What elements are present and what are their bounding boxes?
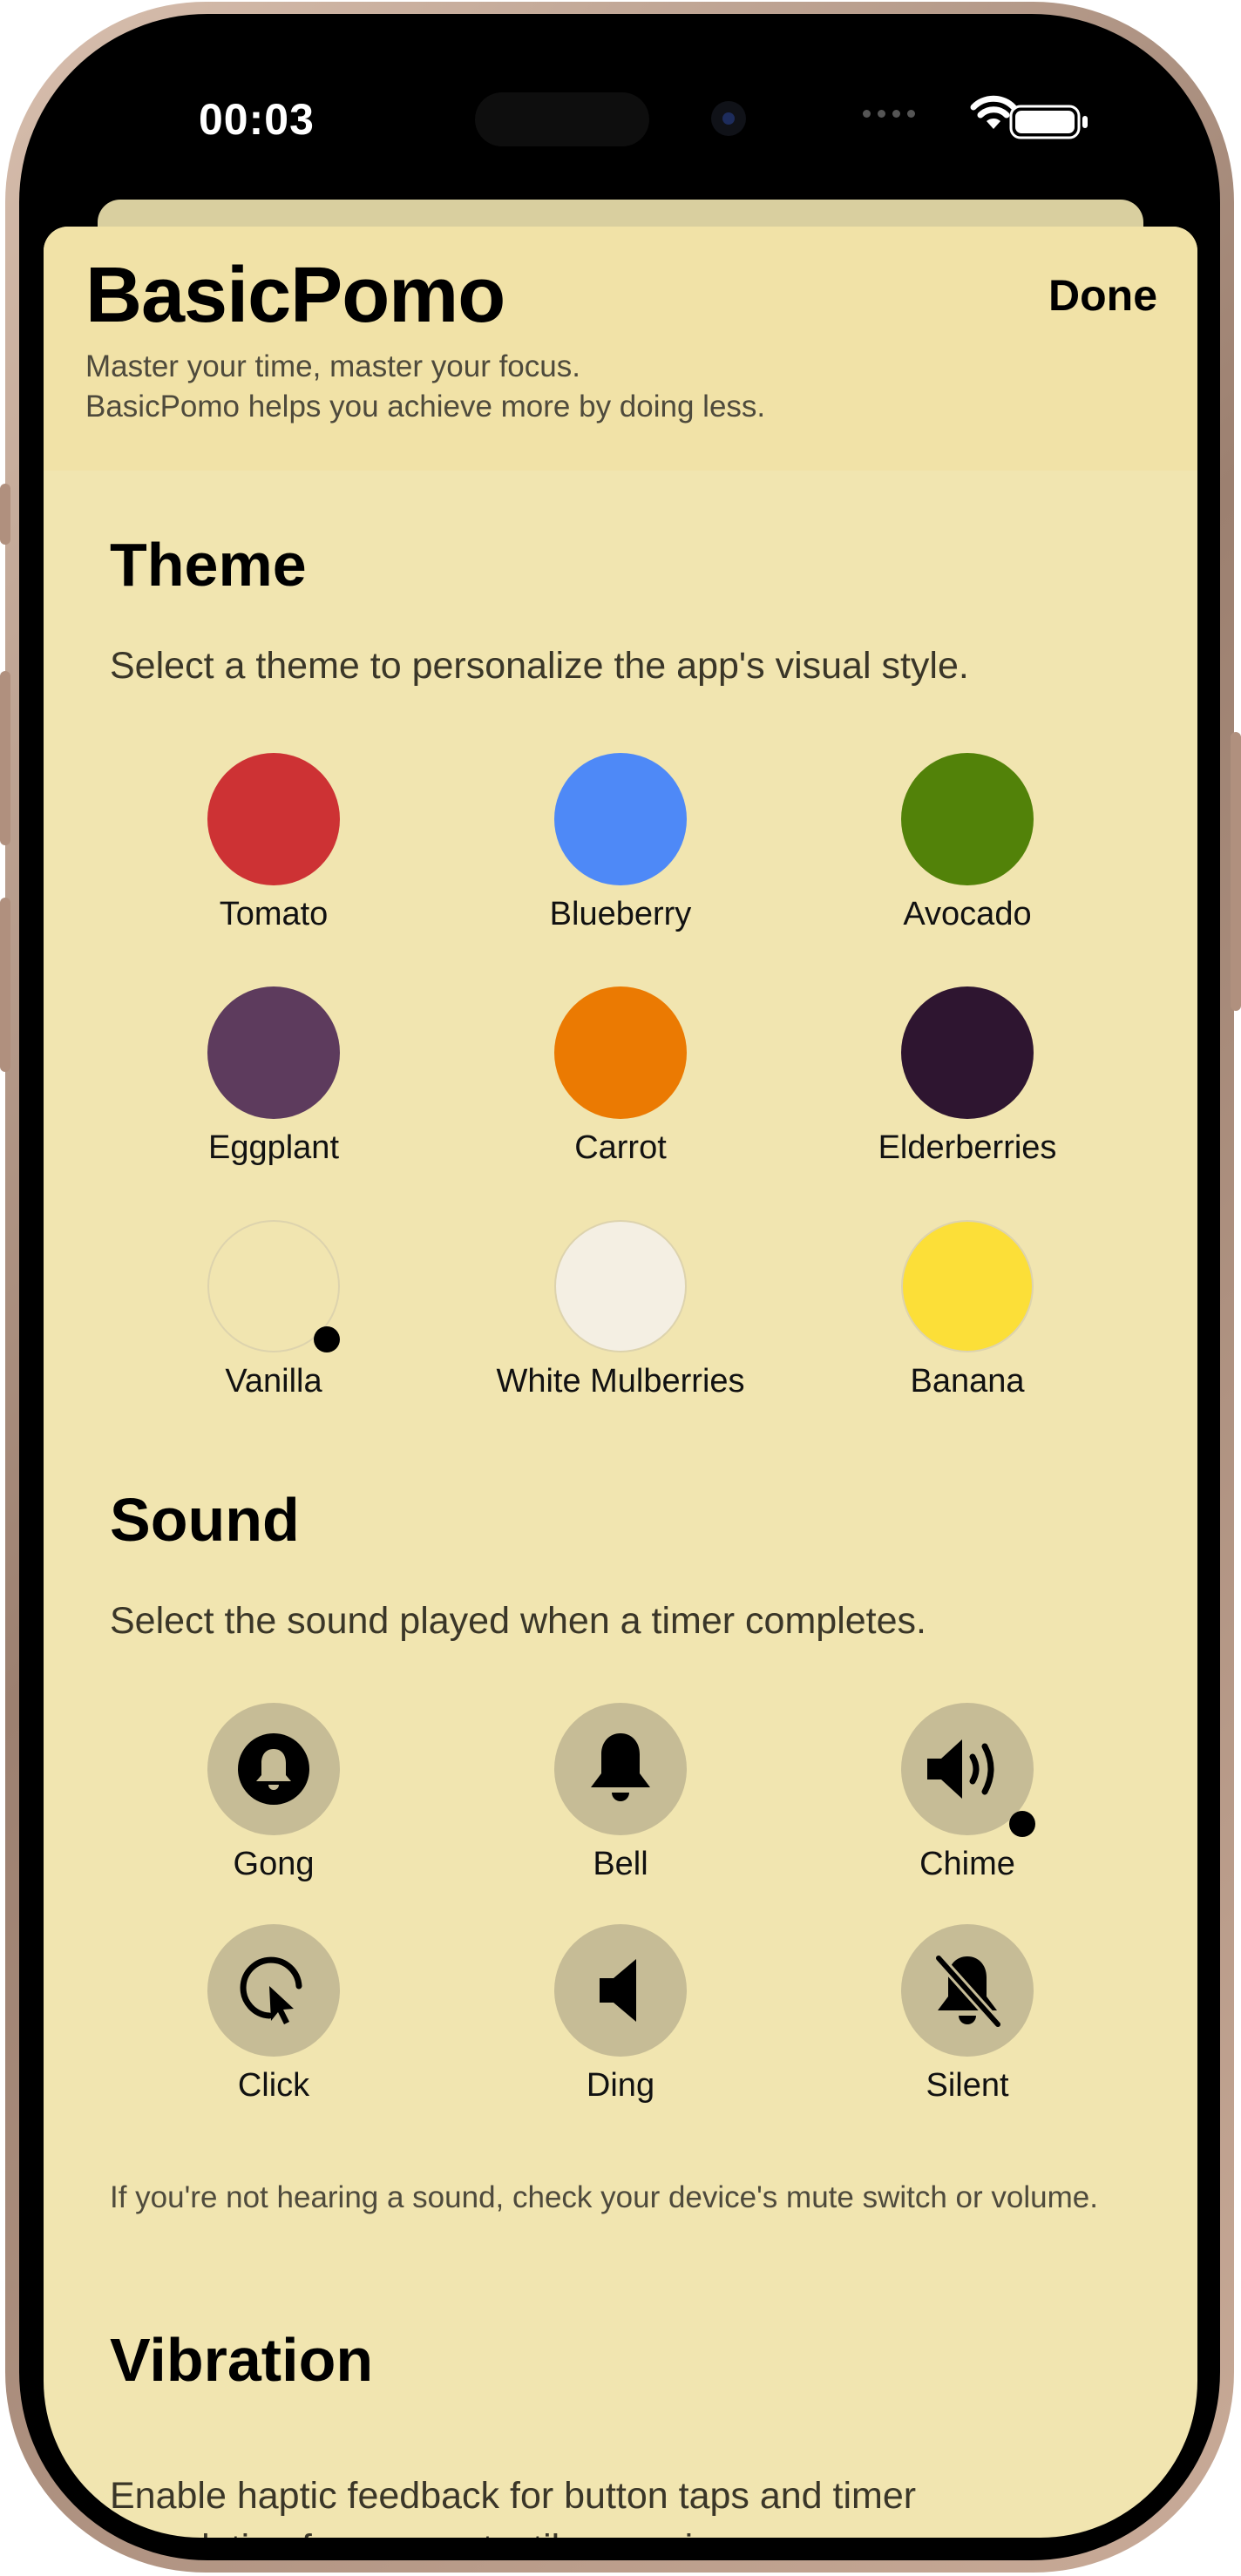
vibration-title: Vibration	[110, 2326, 374, 2394]
theme-swatch[interactable]	[207, 753, 340, 885]
screen: 00:03 BasicPomo Done Master your time, m…	[44, 38, 1197, 2538]
theme-option-vanilla[interactable]: Vanilla	[91, 1220, 457, 1400]
action-button	[0, 484, 10, 545]
bell-slash-icon	[933, 1953, 1003, 2030]
sound-label: Silent	[926, 2067, 1009, 2104]
gong-icon	[238, 1733, 309, 1805]
theme-option-banana[interactable]: Banana	[784, 1220, 1150, 1400]
status-bar: 00:03	[44, 38, 1197, 213]
tagline: Master your time, master your focus. Bas…	[85, 347, 765, 427]
sound-label: Bell	[593, 1846, 648, 1882]
selected-indicator	[1009, 1811, 1035, 1837]
volume-up-button	[0, 671, 10, 845]
selected-indicator	[314, 1326, 340, 1352]
theme-swatch[interactable]	[901, 753, 1034, 885]
theme-swatch[interactable]	[207, 986, 340, 1119]
sound-label: Chime	[919, 1846, 1015, 1882]
theme-option-avocado[interactable]: Avocado	[784, 753, 1150, 933]
sound-description: Select the sound played when a timer com…	[110, 1600, 926, 1642]
cellular-signal-icon	[863, 110, 915, 118]
theme-swatch[interactable]	[554, 753, 687, 885]
tagline-line-1: Master your time, master your focus.	[85, 349, 580, 383]
theme-swatch[interactable]	[901, 1220, 1034, 1352]
theme-swatch[interactable]	[554, 1220, 687, 1352]
app-title: BasicPomo	[85, 252, 505, 339]
theme-label: Tomato	[219, 896, 329, 932]
theme-option-tomato[interactable]: Tomato	[91, 753, 457, 933]
front-camera	[711, 101, 746, 136]
sound-option-click[interactable]: Click	[91, 1924, 457, 2105]
theme-label: Elderberries	[878, 1129, 1057, 1166]
volume-down-button	[0, 898, 10, 1072]
tagline-line-2: BasicPomo helps you achieve more by doin…	[85, 390, 766, 424]
bell-icon	[591, 1733, 650, 1801]
sound-button[interactable]	[901, 1924, 1034, 2057]
theme-description: Select a theme to personalize the app's …	[110, 645, 969, 687]
theme-swatch[interactable]	[901, 986, 1034, 1119]
speaker-icon	[600, 1959, 636, 2022]
theme-label: Avocado	[903, 896, 1032, 932]
sound-label: Click	[237, 2067, 310, 2104]
theme-label: Blueberry	[549, 896, 692, 932]
done-button[interactable]: Done	[1048, 270, 1157, 321]
vibration-description: Enable haptic feedback for button taps a…	[110, 2475, 917, 2538]
status-time: 00:03	[199, 95, 315, 144]
sound-button[interactable]	[554, 1924, 687, 2057]
theme-swatch[interactable]	[207, 1220, 340, 1352]
dynamic-island	[475, 92, 649, 146]
sound-button[interactable]	[207, 1924, 340, 2057]
theme-label: Vanilla	[225, 1363, 322, 1400]
sound-option-chime[interactable]: Chime	[784, 1703, 1150, 1883]
speaker-wave-icon	[927, 1739, 994, 1799]
sound-option-ding[interactable]: Ding	[437, 1924, 804, 2105]
sound-button[interactable]	[554, 1703, 687, 1835]
sound-label: Gong	[233, 1846, 315, 1882]
sound-option-silent[interactable]: Silent	[784, 1924, 1150, 2105]
theme-label: Eggplant	[207, 1129, 339, 1166]
theme-label: Banana	[910, 1363, 1025, 1400]
theme-swatch[interactable]	[554, 986, 687, 1119]
theme-option-carrot[interactable]: Carrot	[437, 986, 804, 1167]
sound-label: Ding	[586, 2067, 655, 2104]
click-icon	[240, 1956, 302, 2024]
battery-icon	[1009, 105, 1088, 139]
theme-option-white-mulberries[interactable]: White Mulberries	[437, 1220, 804, 1400]
sheet-header: BasicPomo Done Master your time, master …	[44, 227, 1197, 471]
theme-option-elderberries[interactable]: Elderberries	[784, 986, 1150, 1167]
sound-option-gong[interactable]: Gong	[91, 1703, 457, 1883]
settings-sheet: BasicPomo Done Master your time, master …	[44, 227, 1197, 2538]
theme-label: Carrot	[574, 1129, 667, 1166]
sound-option-bell[interactable]: Bell	[437, 1703, 804, 1883]
theme-option-eggplant[interactable]: Eggplant	[91, 986, 457, 1167]
sound-note: If you're not hearing a sound, check you…	[110, 2180, 1098, 2214]
sound-button[interactable]	[207, 1703, 340, 1835]
sound-title: Sound	[110, 1486, 300, 1554]
theme-label: White Mulberries	[496, 1363, 745, 1400]
theme-option-blueberry[interactable]: Blueberry	[437, 753, 804, 933]
power-button	[1231, 732, 1241, 1011]
theme-title: Theme	[110, 531, 307, 599]
sound-button[interactable]	[901, 1703, 1035, 1837]
